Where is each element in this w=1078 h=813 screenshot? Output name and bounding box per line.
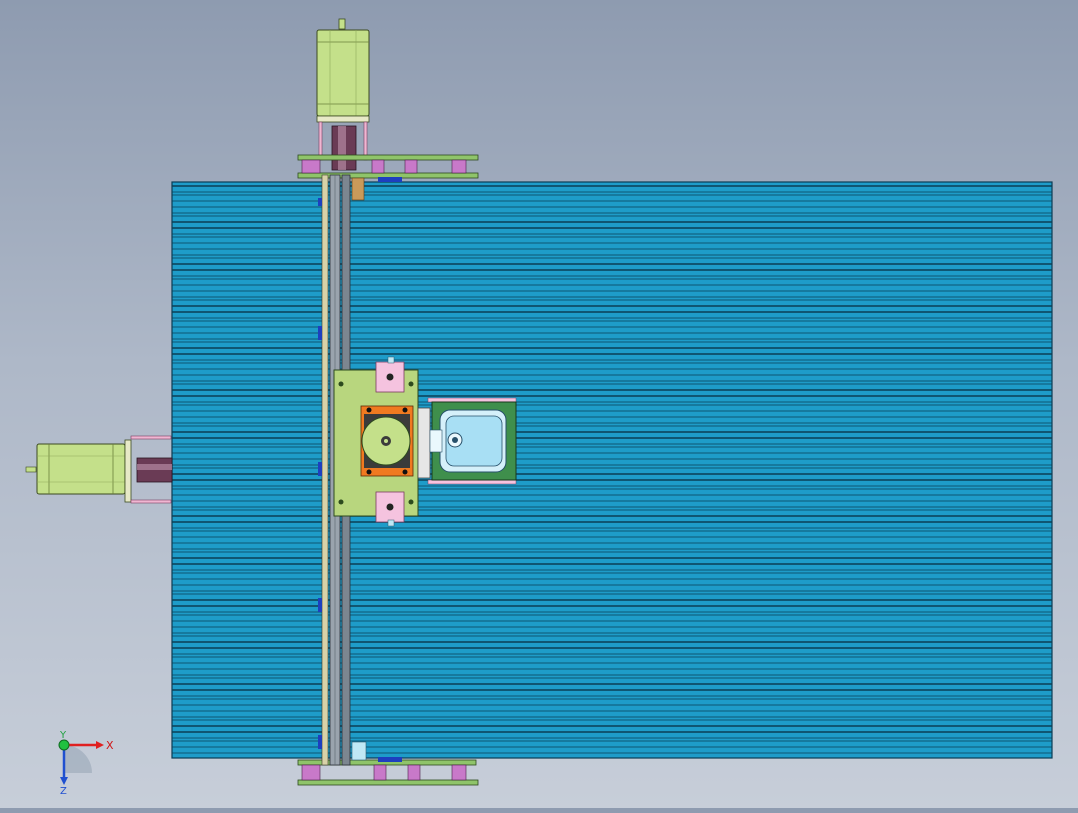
y-axis-stepper-motor xyxy=(316,18,370,171)
y-axis-label: Y xyxy=(59,730,67,741)
x-axis-label: X xyxy=(106,739,114,752)
cad-assembly-view xyxy=(25,18,1053,786)
tool-holder xyxy=(417,397,517,485)
z-axis-label: Z xyxy=(60,786,67,795)
spindle-unit xyxy=(360,405,414,477)
cad-viewport[interactable]: X Y Z xyxy=(0,0,1078,808)
orientation-triad[interactable]: X Y Z xyxy=(40,725,130,797)
y-axis-marker xyxy=(58,739,70,751)
x-axis-stepper-motor xyxy=(25,435,173,504)
aluminum-slot-table xyxy=(171,181,1053,759)
